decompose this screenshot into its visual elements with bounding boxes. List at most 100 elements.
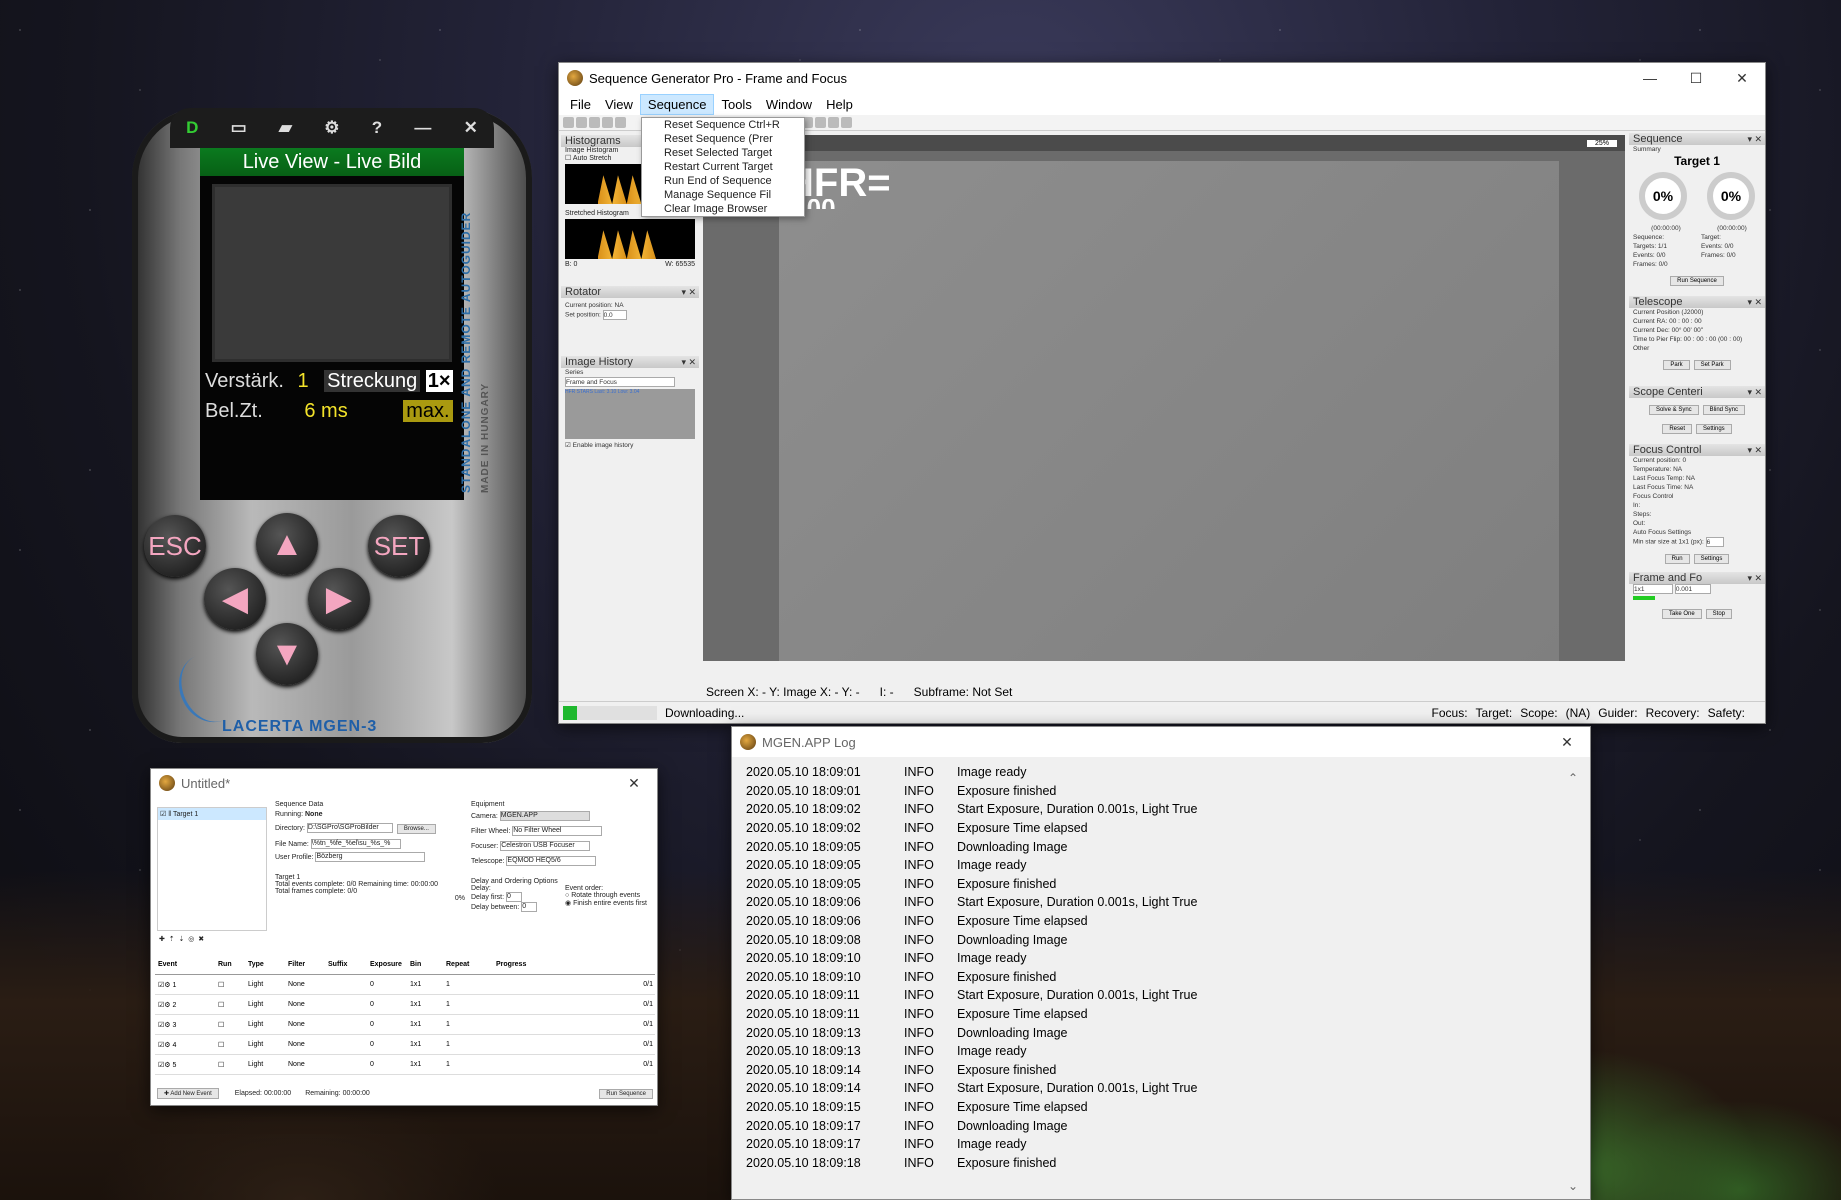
menu-item-restart-current-target[interactable]: Restart Current Target: [642, 160, 804, 174]
solve-sync-button[interactable]: Solve & Sync: [1648, 405, 1699, 415]
directory-input[interactable]: D:\SGPro\SGProBilder: [306, 823, 393, 834]
menu-item-clear-image-browser[interactable]: Clear Image Browser: [642, 202, 804, 216]
event-row[interactable]: ☑⚙ 2 ☐ Light None 0 1x1 1 0/1: [155, 995, 655, 1015]
event-row[interactable]: ☑⚙ 3 ☐ Light None 0 1x1 1 0/1: [155, 1015, 655, 1035]
run-sequence-button[interactable]: Run Sequence: [1670, 276, 1724, 286]
zoom-select[interactable]: 25%: [1586, 139, 1617, 147]
scroll-down-icon[interactable]: ⌄: [1568, 1179, 1578, 1193]
window-icon[interactable]: ▭: [231, 118, 247, 138]
folder-icon[interactable]: ▰: [279, 118, 292, 138]
esc-button[interactable]: ESC: [144, 515, 206, 577]
image-viewer[interactable]: HFR= 0.00: [703, 151, 1625, 661]
event-cell[interactable]: 0: [367, 981, 407, 988]
help-icon[interactable]: ?: [372, 118, 382, 138]
event-cell[interactable]: 0: [367, 1021, 407, 1028]
event-cell[interactable]: 0: [367, 1061, 407, 1068]
tool-icon[interactable]: [828, 117, 839, 128]
event-cell[interactable]: Light: [245, 1061, 285, 1068]
event-cell[interactable]: ☑⚙ 5: [155, 1061, 215, 1069]
event-cell[interactable]: 0/1: [493, 1041, 653, 1048]
event-row[interactable]: ☑⚙ 1 ☐ Light None 0 1x1 1 0/1: [155, 975, 655, 995]
event-cell[interactable]: 1: [443, 1001, 493, 1008]
user-profile-select[interactable]: Bözberg: [315, 852, 426, 862]
save-icon[interactable]: [589, 117, 600, 128]
event-cell[interactable]: 1: [443, 1061, 493, 1068]
min-star-input[interactable]: 6: [1705, 537, 1724, 547]
run-sequence-button[interactable]: Run Sequence: [599, 1088, 653, 1099]
add-target-icon[interactable]: ✚: [159, 936, 165, 943]
event-cell[interactable]: 0/1: [493, 981, 653, 988]
run-autofocus-button[interactable]: Run: [1664, 554, 1690, 564]
event-cell[interactable]: 1x1: [407, 981, 443, 988]
centering-settings-button[interactable]: Settings: [1696, 424, 1732, 434]
take-one-button[interactable]: Take One: [1661, 609, 1702, 619]
event-cell[interactable]: None: [285, 1001, 325, 1008]
delay-first-input[interactable]: 0: [506, 892, 523, 902]
log-list[interactable]: 2020.05.10 18:09:01 INFO Image ready 2020.0…: [732, 757, 1590, 1178]
event-cell[interactable]: 0/1: [493, 1021, 653, 1028]
event-cell[interactable]: None: [285, 981, 325, 988]
set-button[interactable]: SET: [368, 515, 430, 577]
event-cell[interactable]: ☑⚙ 2: [155, 1001, 215, 1009]
event-cell[interactable]: 0: [367, 1001, 407, 1008]
menu-window[interactable]: Window: [759, 95, 819, 114]
event-cell[interactable]: 1: [443, 1021, 493, 1028]
cut-icon[interactable]: [602, 117, 613, 128]
menu-item-reset-sequence[interactable]: Reset Sequence Ctrl+R: [642, 118, 804, 132]
new-icon[interactable]: [563, 117, 574, 128]
event-cell[interactable]: 1: [443, 981, 493, 988]
event-cell[interactable]: ☐: [215, 1021, 245, 1029]
event-cell[interactable]: 1x1: [407, 1021, 443, 1028]
event-cell[interactable]: Light: [245, 1021, 285, 1028]
add-new-event-button[interactable]: ✚ Add New Event: [157, 1088, 219, 1099]
event-cell[interactable]: 1x1: [407, 1061, 443, 1068]
scroll-up-icon[interactable]: ⌃: [1568, 771, 1578, 785]
event-cell[interactable]: Light: [245, 981, 285, 988]
minimize-icon[interactable]: —: [414, 118, 431, 138]
event-cell[interactable]: 0/1: [493, 1061, 653, 1068]
move-down-icon[interactable]: ⇣: [179, 936, 185, 943]
menu-help[interactable]: Help: [819, 95, 860, 114]
enable-history-checkbox[interactable]: ☑ Enable image history: [561, 441, 699, 450]
event-row[interactable]: ☑⚙ 5 ☐ Light None 0 1x1 1 0/1: [155, 1055, 655, 1075]
maximize-icon[interactable]: ☐: [1673, 70, 1719, 87]
focuser-select[interactable]: Celestron USB Focuser: [500, 841, 591, 851]
event-row[interactable]: ☑⚙ 4 ☐ Light None 0 1x1 1 0/1: [155, 1035, 655, 1055]
down-arrow-button[interactable]: ▼: [256, 623, 318, 685]
event-cell[interactable]: 1: [443, 1041, 493, 1048]
rotate-radio[interactable]: ○ Rotate through events: [565, 892, 647, 899]
up-arrow-button[interactable]: ▲: [256, 513, 318, 575]
event-cell[interactable]: 0: [367, 1041, 407, 1048]
park-button[interactable]: Park: [1663, 360, 1690, 370]
event-cell[interactable]: ☑⚙ 1: [155, 981, 215, 989]
event-cell[interactable]: ☑⚙ 4: [155, 1041, 215, 1049]
menu-item-reset-selected-target[interactable]: Reset Selected Target: [642, 146, 804, 160]
close-icon[interactable]: ✕: [611, 775, 657, 792]
rotator-set-input[interactable]: 0.0: [602, 310, 627, 320]
event-cell[interactable]: 1x1: [407, 1001, 443, 1008]
event-cell[interactable]: Light: [245, 1041, 285, 1048]
event-cell[interactable]: None: [285, 1021, 325, 1028]
target-list-item[interactable]: ☑ ‖ Target 1: [158, 808, 266, 820]
menu-item-manage-sequence-files[interactable]: Manage Sequence Fil: [642, 188, 804, 202]
close-icon[interactable]: ✕: [464, 118, 478, 138]
telescope-select[interactable]: EQMOD HEQ5/6: [506, 856, 597, 866]
menu-file[interactable]: File: [563, 95, 598, 114]
menu-tools[interactable]: Tools: [714, 95, 758, 114]
exposure-input[interactable]: 0.001: [1674, 584, 1711, 594]
set-park-button[interactable]: Set Park: [1693, 360, 1731, 370]
menu-item-reset-sequence-prer[interactable]: Reset Sequence (Prer: [642, 132, 804, 146]
event-cell[interactable]: None: [285, 1061, 325, 1068]
event-cell[interactable]: Light: [245, 1001, 285, 1008]
right-arrow-button[interactable]: ▶: [308, 568, 370, 630]
series-select[interactable]: Frame and Focus: [565, 377, 675, 387]
event-cell[interactable]: 1x1: [407, 1041, 443, 1048]
event-cell[interactable]: ☐: [215, 1061, 245, 1069]
left-arrow-button[interactable]: ◀: [204, 568, 266, 630]
event-cell[interactable]: ☐: [215, 981, 245, 989]
event-cell[interactable]: None: [285, 1041, 325, 1048]
reset-button[interactable]: Reset: [1662, 424, 1692, 434]
binning-select[interactable]: 1x1: [1633, 584, 1673, 594]
menu-sequence[interactable]: Sequence: [639, 93, 715, 115]
file-name-input[interactable]: \%tn_%fe_%el\su_%s_%: [310, 839, 401, 849]
